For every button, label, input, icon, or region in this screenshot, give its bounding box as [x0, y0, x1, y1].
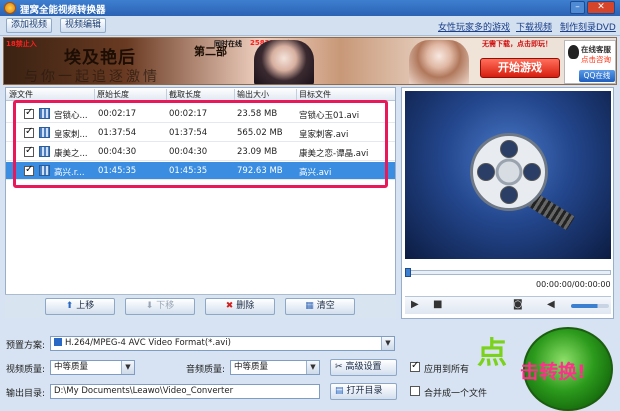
add-video-button[interactable]: 添加视频 [6, 18, 53, 33]
header-divider [166, 89, 167, 100]
close-button[interactable]: ✕ [587, 1, 615, 14]
header-divider [94, 89, 95, 100]
output-dir-value: D:\My Documents\Leawo\Video_Converter [54, 386, 234, 396]
camera-icon[interactable]: ◙ [513, 299, 523, 310]
penguin-icon [568, 45, 579, 59]
seek-bar[interactable] [405, 268, 611, 277]
banner-portrait-1 [254, 40, 314, 84]
preset-value: H.264/MPEG-4 AVC Video Format(*.avi) [65, 338, 232, 348]
seek-handle[interactable] [405, 268, 411, 277]
film-reel-icon [470, 133, 548, 211]
banner-calligraphy-title: 埃及艳后 [64, 48, 136, 68]
highlight-annotation-box [13, 100, 388, 188]
banner-warning: 18禁止入 [6, 40, 37, 48]
apply-all-checkbox[interactable] [410, 360, 420, 372]
app-logo-icon [4, 2, 16, 14]
list-button-bar: ⬆ 上移 ⬇ 下移 ✖ 删除 ▦ 清空 [5, 294, 396, 318]
video-quality-value: 中等质量 [54, 362, 89, 372]
customer-service-box[interactable]: 在线客服 点击咨询 QQ在线 [564, 40, 616, 84]
volume-slider[interactable] [571, 304, 609, 308]
chevron-down-icon[interactable]: ▼ [381, 337, 394, 350]
apply-all-label: 应用到所有 [424, 365, 470, 375]
convert-text: 击转换! [520, 361, 586, 383]
preview-panel: 00:00:00/00:00:00 ▶ ■ ◙ ◀ [401, 87, 614, 319]
ad-banner[interactable]: 18禁止入 同时在线 25823 玩家 无需下载，点击即玩！ 埃及艳后 第二部 … [3, 37, 617, 85]
preset-label: 预置方案: [6, 341, 46, 351]
burn-dvd-link[interactable]: 制作刻录DVD [560, 20, 616, 33]
volume-icon[interactable]: ◀ [547, 299, 555, 310]
header-output-size[interactable]: 输出大小 [237, 89, 269, 100]
delete-icon: ✖ [225, 301, 234, 311]
download-video-link[interactable]: 下载视频 [516, 20, 552, 33]
banner-portrait-2 [409, 40, 469, 84]
format-icon [54, 338, 62, 346]
chevron-down-icon[interactable]: ▼ [121, 361, 134, 374]
folder-icon: ▤ [335, 386, 344, 396]
chevron-down-icon[interactable]: ▼ [306, 361, 319, 374]
clear-icon: ▦ [305, 301, 314, 311]
video-quality-select[interactable]: 中等质量 ▼ [50, 360, 135, 375]
arrow-up-icon: ⬆ [65, 301, 74, 311]
audio-quality-value: 中等质量 [234, 362, 269, 372]
output-dir-field[interactable]: D:\My Documents\Leawo\Video_Converter [50, 384, 320, 399]
advanced-settings-label: 高级设置 [345, 362, 382, 372]
banner-calligraphy-part: 第二部 [194, 45, 227, 58]
reel-hole [477, 163, 495, 181]
convert-text-big: 点 [477, 336, 507, 371]
player-controls: ▶ ■ ◙ ◀ [405, 296, 611, 314]
minimize-button[interactable]: – [570, 1, 585, 14]
games-link[interactable]: 女性玩家多的游戏 [438, 20, 510, 33]
play-icon[interactable]: ▶ [411, 299, 419, 310]
reel-hole [500, 186, 518, 204]
banner-calligraphy-slogan: 与你一起追逐激情 [24, 69, 160, 85]
open-folder-button[interactable]: ▤ 打开目录 [330, 383, 397, 400]
delete-button[interactable]: ✖ 删除 [205, 298, 275, 315]
merge-checkbox[interactable] [410, 386, 420, 396]
header-divider [296, 89, 297, 100]
delete-label: 删除 [236, 301, 255, 311]
qq-online-button[interactable]: QQ在线 [579, 70, 615, 82]
arrow-down-icon: ⬇ [145, 301, 154, 311]
reel-hole [523, 163, 541, 181]
move-up-label: 上移 [76, 301, 95, 311]
window-title: 狸窝全能视频转换器 [20, 5, 106, 16]
header-cut-length[interactable]: 截取长度 [169, 89, 201, 100]
video-quality-label: 视频质量: [6, 365, 46, 375]
output-dir-label: 输出目录: [6, 389, 46, 399]
menu-bar: 添加视频 视频编辑 女性玩家多的游戏 下载视频 制作刻录DVD [0, 16, 620, 36]
banner-free-text: 无需下载，点击即玩！ [482, 40, 552, 48]
advanced-settings-button[interactable]: ✂ 高级设置 [330, 359, 397, 376]
audio-quality-label: 音频质量: [186, 365, 226, 375]
audio-quality-select[interactable]: 中等质量 ▼ [230, 360, 320, 375]
title-bar: 狸窝全能视频转换器 – ✕ [0, 0, 620, 16]
header-original-length[interactable]: 原始长度 [97, 89, 129, 100]
cs-consult-label: 点击咨询 [581, 55, 611, 64]
preset-select[interactable]: H.264/MPEG-4 AVC Video Format(*.avi) ▼ [50, 336, 395, 351]
merge-label: 合并成一个文件 [424, 389, 488, 399]
time-display: 00:00:00/00:00:00 [536, 280, 611, 289]
reel-hole [500, 140, 518, 158]
header-target-file[interactable]: 目标文件 [299, 89, 331, 100]
header-source[interactable]: 源文件 [9, 89, 33, 100]
open-folder-label: 打开目录 [346, 386, 383, 396]
wrench-icon: ✂ [335, 362, 343, 372]
stop-icon[interactable]: ■ [433, 299, 442, 310]
clear-button[interactable]: ▦ 清空 [285, 298, 355, 315]
start-game-button[interactable]: 开始游戏 [480, 58, 560, 78]
move-up-button[interactable]: ⬆ 上移 [45, 298, 115, 315]
header-divider [234, 89, 235, 100]
edit-video-button[interactable]: 视频编辑 [60, 18, 107, 33]
move-down-label: 下移 [156, 301, 175, 311]
move-down-button[interactable]: ⬇ 下移 [125, 298, 195, 315]
preview-screen [405, 91, 611, 259]
clear-label: 清空 [316, 301, 335, 311]
